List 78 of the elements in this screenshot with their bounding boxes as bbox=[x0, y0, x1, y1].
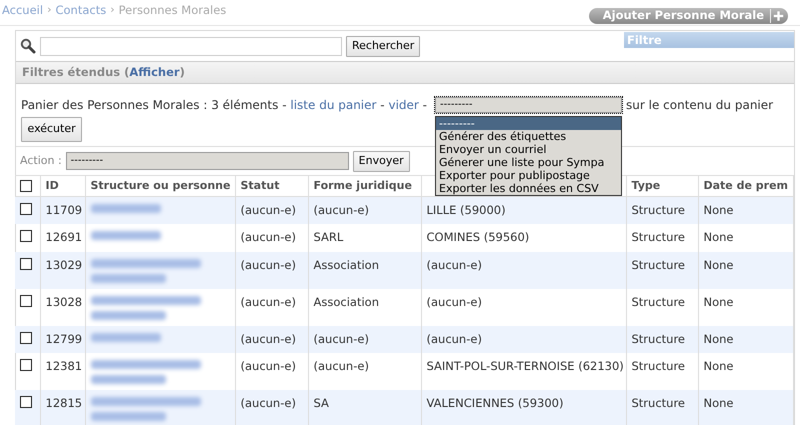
table-cell: Association bbox=[314, 258, 379, 272]
table-cell: Structure bbox=[632, 332, 685, 346]
breadcrumb-current: Personnes Morales bbox=[118, 2, 226, 19]
search-icon bbox=[20, 38, 36, 54]
table-cell: (aucun-e) bbox=[426, 258, 482, 272]
table-cell: 12691 bbox=[46, 230, 82, 244]
action-label: Action : bbox=[20, 153, 62, 169]
search-field[interactable] bbox=[40, 36, 342, 56]
table-cell: Structure bbox=[632, 396, 685, 410]
table-cell: None bbox=[704, 332, 734, 346]
row-checkbox[interactable] bbox=[20, 358, 32, 371]
table-cell: SAINT-POL-SUR-TERNOISE (62130) bbox=[426, 358, 624, 373]
table-cell: SA bbox=[314, 396, 329, 410]
separator: - bbox=[380, 98, 385, 112]
extended-filters-bar: Filtres étendus (Afficher) bbox=[16, 60, 794, 84]
table-cell: Association bbox=[314, 294, 379, 308]
show-link[interactable]: Afficher bbox=[129, 64, 180, 78]
table-cell: None bbox=[704, 203, 734, 217]
select-all-checkbox[interactable] bbox=[20, 180, 32, 192]
column-header[interactable]: ID bbox=[46, 178, 59, 192]
row-checkbox[interactable] bbox=[20, 203, 32, 215]
table-cell: (aucun-e) bbox=[240, 258, 296, 272]
table-cell: (aucun-e) bbox=[314, 358, 369, 373]
table-cell: 12381 bbox=[46, 358, 82, 373]
execute-button[interactable]: exécuter bbox=[21, 116, 82, 142]
row-checkbox[interactable] bbox=[20, 258, 32, 270]
filter-panel-header: Filtre bbox=[624, 32, 794, 48]
table-cell: 13029 bbox=[46, 258, 82, 272]
basket-summary: Panier des Personnes Morales : 3 éléments bbox=[21, 98, 278, 112]
dropdown-option[interactable]: Générer des étiquettes bbox=[436, 130, 622, 143]
table-cell: (aucun-e) bbox=[240, 294, 296, 308]
table-cell: VALENCIENNES (59300) bbox=[426, 396, 564, 410]
table-cell: None bbox=[704, 258, 734, 272]
basket-action-hint: sur le contenu du panier bbox=[626, 98, 774, 112]
basket-action-select[interactable]: --------- bbox=[435, 97, 622, 114]
table-cell: None bbox=[704, 230, 734, 244]
action-select[interactable]: --------- bbox=[66, 152, 349, 170]
row-checkbox[interactable] bbox=[20, 332, 32, 344]
dropdown-option[interactable]: --------- bbox=[436, 116, 622, 130]
table-cell: Structure bbox=[632, 258, 685, 272]
table-cell: (aucun-e) bbox=[426, 294, 482, 308]
table-cell: Structure bbox=[632, 358, 685, 373]
table-cell: (aucun-e) bbox=[240, 396, 296, 410]
breadcrumb-separator: › bbox=[47, 2, 52, 18]
dropdown-option[interactable]: Exporter pour publipostage bbox=[436, 168, 622, 182]
table-cell: (aucun-e) bbox=[426, 332, 482, 346]
table-cell: 13028 bbox=[46, 294, 82, 308]
table-cell: Structure bbox=[632, 294, 685, 308]
table-cell: 12815 bbox=[46, 396, 82, 410]
dropdown-option[interactable]: Génerer une liste pour Sympa bbox=[436, 156, 622, 169]
basket-list-link[interactable]: liste du panier bbox=[290, 98, 376, 112]
plus-icon bbox=[770, 9, 786, 23]
table-cell: (aucun-e) bbox=[240, 358, 296, 373]
table-cell: LILLE (59000) bbox=[426, 203, 506, 217]
table-cell: (aucun-e) bbox=[240, 332, 296, 346]
search-button[interactable]: Rechercher bbox=[346, 36, 420, 56]
table-cell: (aucun-e) bbox=[240, 203, 296, 217]
table-cell: 12799 bbox=[46, 332, 82, 346]
separator: - bbox=[282, 98, 287, 112]
table-cell: None bbox=[704, 358, 734, 373]
row-checkbox[interactable] bbox=[20, 396, 32, 408]
dropdown-option[interactable]: Envoyer un courriel bbox=[436, 142, 622, 156]
table-cell: 11709 bbox=[46, 203, 82, 217]
table-cell: None bbox=[704, 396, 734, 410]
table-cell: Structure bbox=[632, 203, 685, 217]
breadcrumb-separator: › bbox=[110, 2, 115, 18]
row-checkbox[interactable] bbox=[20, 294, 32, 306]
table-cell: COMINES (59560) bbox=[426, 230, 530, 244]
send-button[interactable]: Envoyer bbox=[352, 151, 410, 172]
table-cell: (aucun-e) bbox=[314, 203, 369, 217]
separator: - bbox=[422, 98, 428, 112]
empty-basket-link[interactable]: vider bbox=[388, 98, 419, 112]
table-cell: (aucun-e) bbox=[240, 230, 296, 244]
table-cell: (aucun-e) bbox=[314, 332, 369, 346]
row-checkbox[interactable] bbox=[20, 230, 32, 242]
table-cell: None bbox=[704, 294, 734, 308]
table-cell: SARL bbox=[314, 230, 344, 244]
table-cell: Structure bbox=[632, 230, 685, 244]
